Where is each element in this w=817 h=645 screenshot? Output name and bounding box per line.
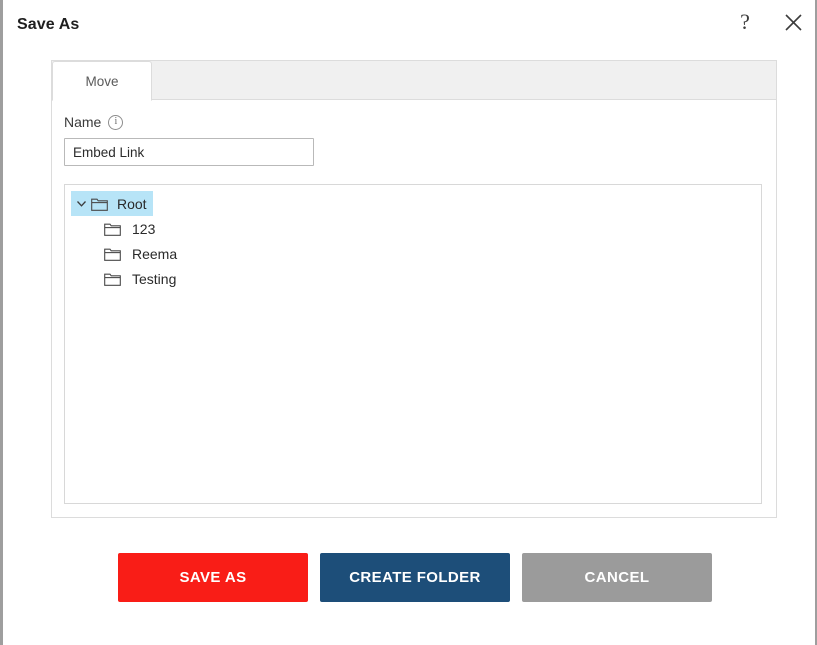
dialog-footer: SAVE AS CREATE FOLDER CANCEL [3,553,815,602]
card-body: Name i R [52,100,776,516]
page-title: Save As [17,16,80,33]
name-label: Name [64,114,102,130]
chevron-down-icon[interactable] [73,195,90,212]
save-as-dialog-window: Save As ? Move Name i Embed Link Root 12… [0,0,817,645]
tree-item-reema-label: Reema [132,245,178,262]
folder-icon [90,195,109,212]
tab-move[interactable]: Move [52,61,152,101]
info-icon[interactable]: i [108,114,124,130]
help-icon[interactable]: ? [731,8,759,36]
folder-icon [103,270,122,287]
tab-strip: Move [52,61,776,101]
create-folder-button[interactable]: CREATE FOLDER [320,553,510,602]
folder-icon [103,220,122,237]
tree-item-root-label: Root [117,195,147,212]
tab-move-label: Move [85,73,119,89]
folder-icon [103,245,122,262]
name-field-label-row: Name i [64,114,764,130]
tree-item-123-label: 123 [132,220,156,237]
close-icon[interactable] [779,8,807,36]
dialog-titlebar: Save As [3,0,563,52]
tree-item-123[interactable]: 123 [103,216,161,241]
save-as-button[interactable]: SAVE AS [118,553,308,602]
tree-item-testing[interactable]: Testing [103,266,182,291]
titlebar-actions: ? [731,8,807,36]
tree-item-root[interactable]: Root [71,191,153,216]
cancel-button[interactable]: CANCEL [522,553,712,602]
tree-item-testing-label: Testing [132,270,177,287]
folder-tree-panel[interactable]: Root 123 Reema Testing [64,184,762,504]
name-input[interactable] [64,138,314,166]
tree-item-reema[interactable]: Reema [103,241,183,266]
save-as-card: Move Name i Embed Link Root 123 Reema Te… [51,60,777,518]
